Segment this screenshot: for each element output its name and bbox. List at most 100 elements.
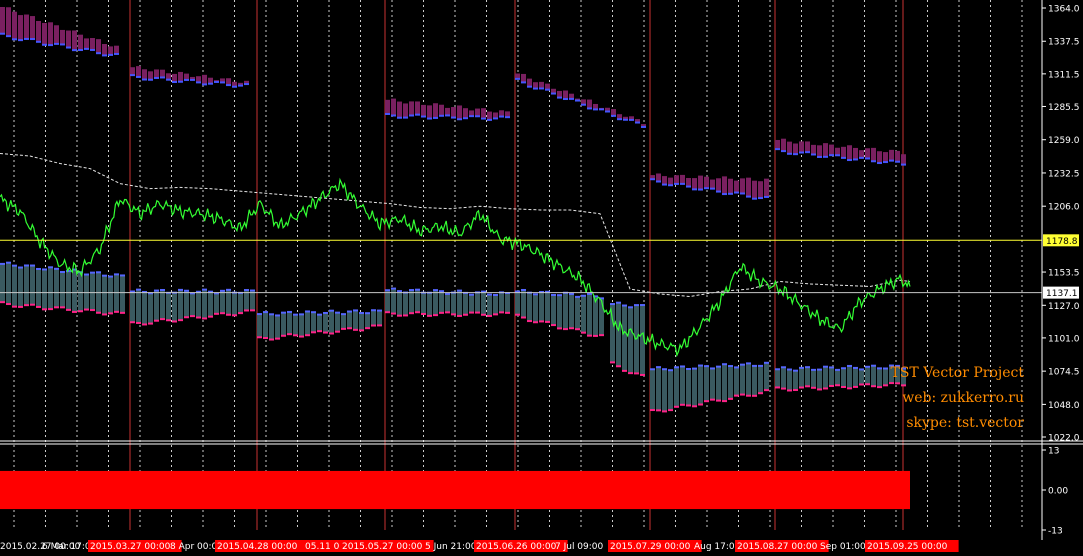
band-bar-bottom-edge xyxy=(409,114,414,117)
band-bar xyxy=(829,367,834,386)
band-bar xyxy=(136,289,141,323)
band-bar-bottom-edge xyxy=(752,394,757,397)
indicator-tick-label: -13 xyxy=(1048,527,1063,537)
band-bar xyxy=(166,292,171,321)
band-bar xyxy=(581,295,586,333)
band-bar-top-edge xyxy=(96,39,101,42)
band-bar-top-edge xyxy=(877,367,882,370)
band-bar-bottom-edge xyxy=(60,43,65,46)
band-bar xyxy=(421,292,426,314)
band-bar-bottom-edge xyxy=(587,334,592,337)
band-bar-top-edge xyxy=(775,139,780,142)
chart[interactable]: 1178.8 1137.1 1364.0 1337.5 1311.5 1285.5 1259… xyxy=(0,0,1083,556)
band-bar-top-edge xyxy=(481,108,486,111)
band-bar xyxy=(877,368,882,388)
band-bar xyxy=(433,290,438,316)
band-bar-bottom-edge xyxy=(581,103,586,106)
band-bar-bottom-edge xyxy=(499,311,504,314)
band-bar xyxy=(610,304,615,363)
band-bar xyxy=(202,75,207,85)
band-bar xyxy=(250,290,255,311)
band-bar-bottom-edge xyxy=(487,314,492,317)
band-bar-bottom-edge xyxy=(130,74,135,77)
band-bar-bottom-edge xyxy=(662,183,667,186)
band-bar-top-edge xyxy=(616,301,621,304)
band-bar-top-edge xyxy=(96,271,101,274)
band-bar-top-edge xyxy=(527,78,532,81)
band-bar-bottom-edge xyxy=(539,320,544,323)
band-bar-bottom-edge xyxy=(335,330,340,333)
band-bar-top-edge xyxy=(617,114,622,117)
band-bar-bottom-edge xyxy=(54,306,59,309)
band-bar-top-edge xyxy=(847,364,852,367)
band-bar xyxy=(722,364,727,402)
band-bar-bottom-edge xyxy=(160,318,165,321)
band-bar-bottom-edge xyxy=(877,162,882,165)
band-bar-top-edge xyxy=(505,111,510,114)
band-bar-top-edge xyxy=(640,304,645,307)
band-bar xyxy=(752,181,757,199)
band-bar-top-edge xyxy=(605,107,610,110)
band-bar-bottom-edge xyxy=(365,327,370,330)
band-bar xyxy=(409,102,414,116)
band-bar-top-edge xyxy=(593,103,598,106)
band-bar-top-edge xyxy=(421,104,426,107)
band-bar-bottom-edge xyxy=(481,313,486,316)
band-bar-top-edge xyxy=(78,34,83,37)
band-bar-top-edge xyxy=(710,367,715,370)
band-bar-bottom-edge xyxy=(871,160,876,163)
band-bar-top-edge xyxy=(799,366,804,369)
band-bar-top-edge xyxy=(178,71,183,74)
band-bar-top-edge xyxy=(475,108,480,111)
band-bar-top-edge xyxy=(853,366,858,369)
band-bar-top-edge xyxy=(817,145,822,148)
band-bar xyxy=(889,150,894,161)
band-bar xyxy=(877,152,882,164)
band-bar xyxy=(656,174,661,182)
band-bar-bottom-edge xyxy=(775,386,780,389)
band-bar-top-edge xyxy=(758,364,763,367)
band-bar-bottom-edge xyxy=(323,331,328,334)
band-bar-bottom-edge xyxy=(415,113,420,116)
price-tick-label: 1022.0 xyxy=(1048,434,1080,444)
band-bar-bottom-edge xyxy=(563,98,568,101)
band-bar-top-edge xyxy=(722,363,727,366)
band-bar xyxy=(728,366,733,399)
band-bar-bottom-edge xyxy=(232,314,237,317)
band-bar xyxy=(451,108,456,118)
band-bar-bottom-edge xyxy=(734,191,739,194)
band-bar xyxy=(269,314,274,340)
band-bar-bottom-edge xyxy=(764,195,769,198)
band-bar-top-edge xyxy=(244,80,249,83)
band-bar-bottom-edge xyxy=(347,327,352,330)
band-bar-bottom-edge xyxy=(551,92,556,95)
band-bar-bottom-edge xyxy=(96,311,101,314)
band-bar xyxy=(78,35,83,51)
band-bar xyxy=(505,293,510,313)
band-bar-bottom-edge xyxy=(704,400,709,403)
band-bar-top-edge xyxy=(42,268,47,271)
band-bar-top-edge xyxy=(439,104,444,107)
band-bar xyxy=(463,292,468,315)
band-bar-top-edge xyxy=(734,180,739,183)
band-bar-bottom-edge xyxy=(623,118,628,121)
band-bar-top-edge xyxy=(610,303,615,306)
band-bar-bottom-edge xyxy=(883,384,888,387)
band-bar xyxy=(341,314,346,329)
band-bar-bottom-edge xyxy=(557,96,562,99)
band-bar-bottom-edge xyxy=(0,32,5,35)
band-bar-top-edge xyxy=(551,293,556,296)
band-bar-bottom-edge xyxy=(499,115,504,118)
band-bar-top-edge xyxy=(781,138,786,141)
band-bar-top-edge xyxy=(622,304,627,307)
band-bar xyxy=(329,310,334,334)
band-bar xyxy=(859,369,864,385)
band-bar xyxy=(6,262,11,305)
band-bar xyxy=(130,68,135,76)
band-bar-top-edge xyxy=(90,38,95,41)
band-bar-bottom-edge xyxy=(36,305,41,308)
band-bar-bottom-edge xyxy=(611,114,616,117)
band-bar xyxy=(515,291,520,315)
band-bar xyxy=(835,369,840,386)
price-tick-label: 1048.0 xyxy=(1048,401,1080,411)
